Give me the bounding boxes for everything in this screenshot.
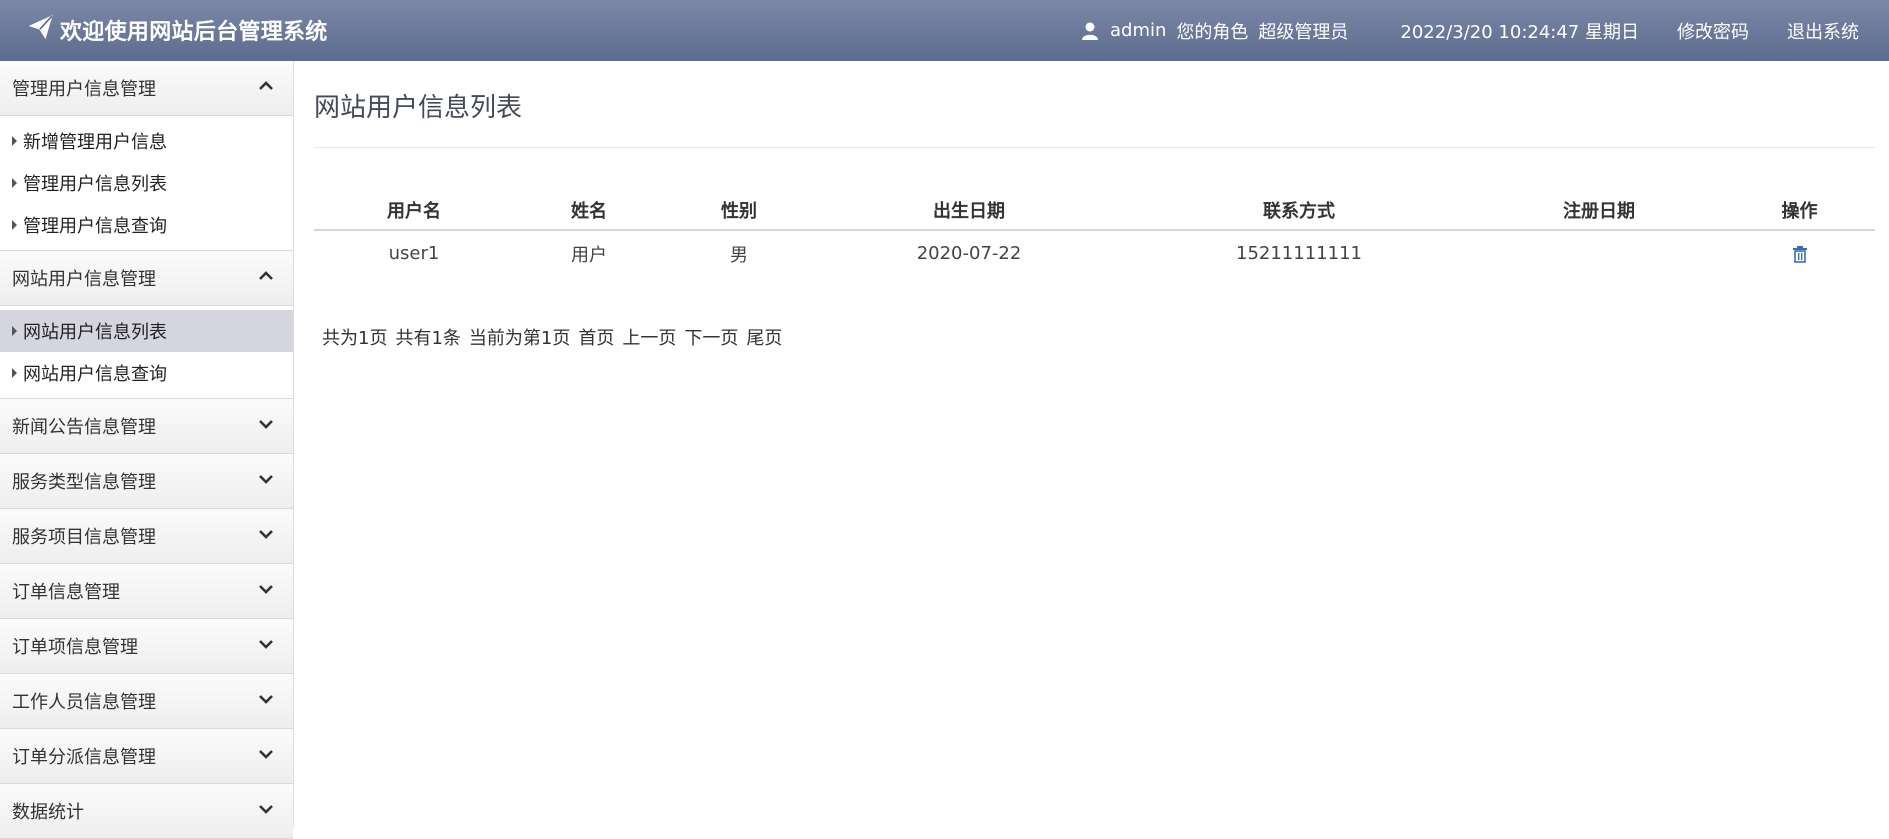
sidebar-group-label: 管理用户信息管理 [12, 79, 156, 100]
col-gender: 性别 [664, 190, 814, 231]
sidebar-group-site-users[interactable]: 网站用户信息管理 [0, 251, 293, 306]
sidebar: 管理用户信息管理 新增管理用户信息 管理用户信息列表 管理用户信息查询 网站用户… [0, 61, 294, 839]
sidebar-item-label: 网站用户信息列表 [23, 322, 167, 343]
sidebar-group-order-items[interactable]: 订单项信息管理 [0, 619, 293, 674]
change-password-link[interactable]: 修改密码 [1677, 18, 1749, 44]
table-header-row: 用户名 姓名 性别 出生日期 联系方式 注册日期 操作 [314, 190, 1875, 231]
caret-right-icon [12, 136, 17, 146]
logout-link[interactable]: 退出系统 [1787, 18, 1859, 44]
chevron-down-icon [257, 580, 275, 603]
sidebar-group-statistics[interactable]: 数据统计 [0, 784, 293, 839]
chevron-down-icon [257, 745, 275, 768]
chevron-down-icon [257, 635, 275, 658]
chevron-down-icon [257, 690, 275, 713]
cell-register-date [1474, 230, 1724, 276]
header-role: 超级管理员 [1258, 21, 1349, 43]
sidebar-group-orders[interactable]: 订单信息管理 [0, 564, 293, 619]
sidebar-group-label: 服务项目信息管理 [12, 527, 156, 548]
user-icon [1080, 21, 1100, 41]
sidebar-item-site-user-query[interactable]: 网站用户信息查询 [0, 352, 293, 394]
col-username: 用户名 [314, 190, 514, 231]
cell-gender: 男 [730, 244, 748, 266]
sidebar-item-label: 管理用户信息查询 [23, 216, 167, 237]
col-actions: 操作 [1724, 190, 1875, 231]
sidebar-item-site-user-list[interactable]: 网站用户信息列表 [0, 310, 293, 352]
sidebar-sublist-site-users: 网站用户信息列表 网站用户信息查询 [0, 306, 293, 399]
caret-right-icon [12, 178, 17, 188]
header-role-label: 您的角色 [1176, 21, 1249, 43]
sidebar-item-admin-user-list[interactable]: 管理用户信息列表 [0, 162, 293, 204]
pager-last-link[interactable]: 尾页 [746, 324, 782, 350]
caret-right-icon [12, 326, 17, 336]
page-title: 网站用户信息列表 [314, 93, 523, 123]
pager-current-page: 当前为第1页 [468, 328, 571, 349]
caret-right-icon [12, 368, 17, 378]
cell-username: user1 [388, 243, 440, 264]
col-name: 姓名 [514, 190, 664, 231]
chevron-up-icon [257, 77, 275, 100]
chevron-down-icon [257, 800, 275, 823]
chevron-down-icon [257, 415, 275, 438]
main-content: 网站用户信息列表 用户名 姓名 性别 出生日期 联系方式 注册日期 操作 use… [314, 61, 1875, 350]
cell-actions [1724, 230, 1875, 276]
table-row: user1 用户 男 2020-07-22 15211111111 [314, 230, 1875, 276]
pager-total-pages: 共为1页 [322, 328, 388, 349]
pager-prev-link[interactable]: 上一页 [622, 324, 676, 350]
sidebar-group-admin-users[interactable]: 管理用户信息管理 [0, 61, 293, 116]
chevron-down-icon [257, 525, 275, 548]
sidebar-group-label: 数据统计 [12, 802, 84, 823]
sidebar-item-label: 新增管理用户信息 [23, 132, 167, 153]
cell-name: 用户 [571, 244, 607, 266]
col-contact: 联系方式 [1124, 190, 1474, 231]
sidebar-group-service-items[interactable]: 服务项目信息管理 [0, 509, 293, 564]
caret-right-icon [12, 220, 17, 230]
brand: 欢迎使用网站后台管理系统 [28, 14, 328, 46]
chevron-up-icon [257, 267, 275, 290]
sidebar-group-label: 服务类型信息管理 [12, 472, 156, 493]
cell-contact: 15211111111 [1236, 243, 1362, 264]
trash-icon[interactable] [1792, 243, 1808, 264]
sidebar-group-label: 订单信息管理 [12, 582, 120, 603]
pager-first-link[interactable]: 首页 [578, 324, 614, 350]
sidebar-group-label: 网站用户信息管理 [12, 269, 156, 290]
sidebar-item-admin-user-query[interactable]: 管理用户信息查询 [0, 204, 293, 246]
user-table: 用户名 姓名 性别 出生日期 联系方式 注册日期 操作 user1 用户 男 2… [314, 190, 1875, 276]
sidebar-item-label: 管理用户信息列表 [23, 174, 167, 195]
paper-plane-icon [28, 14, 54, 46]
chevron-down-icon [257, 470, 275, 493]
top-header: 欢迎使用网站后台管理系统 admin 您的角色 超级管理员 2022/3/20 … [0, 0, 1889, 61]
brand-title: 欢迎使用网站后台管理系统 [60, 20, 328, 45]
cell-birthdate: 2020-07-22 [916, 243, 1022, 264]
sidebar-item-add-admin-user[interactable]: 新增管理用户信息 [0, 120, 293, 162]
pager-next-link[interactable]: 下一页 [684, 324, 738, 350]
sidebar-group-news[interactable]: 新闻公告信息管理 [0, 399, 293, 454]
sidebar-group-staff[interactable]: 工作人员信息管理 [0, 674, 293, 729]
sidebar-group-label: 新闻公告信息管理 [12, 417, 156, 438]
header-user-bar: admin 您的角色 超级管理员 2022/3/20 10:24:47 星期日 … [1080, 0, 1859, 61]
sidebar-group-label: 工作人员信息管理 [12, 692, 156, 713]
title-divider [314, 147, 1875, 148]
pager-total-records: 共有1条 [395, 328, 461, 349]
col-birthdate: 出生日期 [814, 190, 1124, 231]
sidebar-sublist-admin-users: 新增管理用户信息 管理用户信息列表 管理用户信息查询 [0, 116, 293, 251]
sidebar-group-label: 订单项信息管理 [12, 637, 138, 658]
sidebar-item-label: 网站用户信息查询 [23, 364, 167, 385]
sidebar-group-label: 订单分派信息管理 [12, 747, 156, 768]
sidebar-group-service-types[interactable]: 服务类型信息管理 [0, 454, 293, 509]
col-register-date: 注册日期 [1474, 190, 1724, 231]
header-username: admin [1110, 20, 1167, 41]
pagination: 共为1页 共有1条 当前为第1页 首页 上一页 下一页 尾页 [322, 324, 1875, 350]
header-datetime: 2022/3/20 10:24:47 星期日 [1400, 21, 1639, 43]
sidebar-group-order-dispatch[interactable]: 订单分派信息管理 [0, 729, 293, 784]
